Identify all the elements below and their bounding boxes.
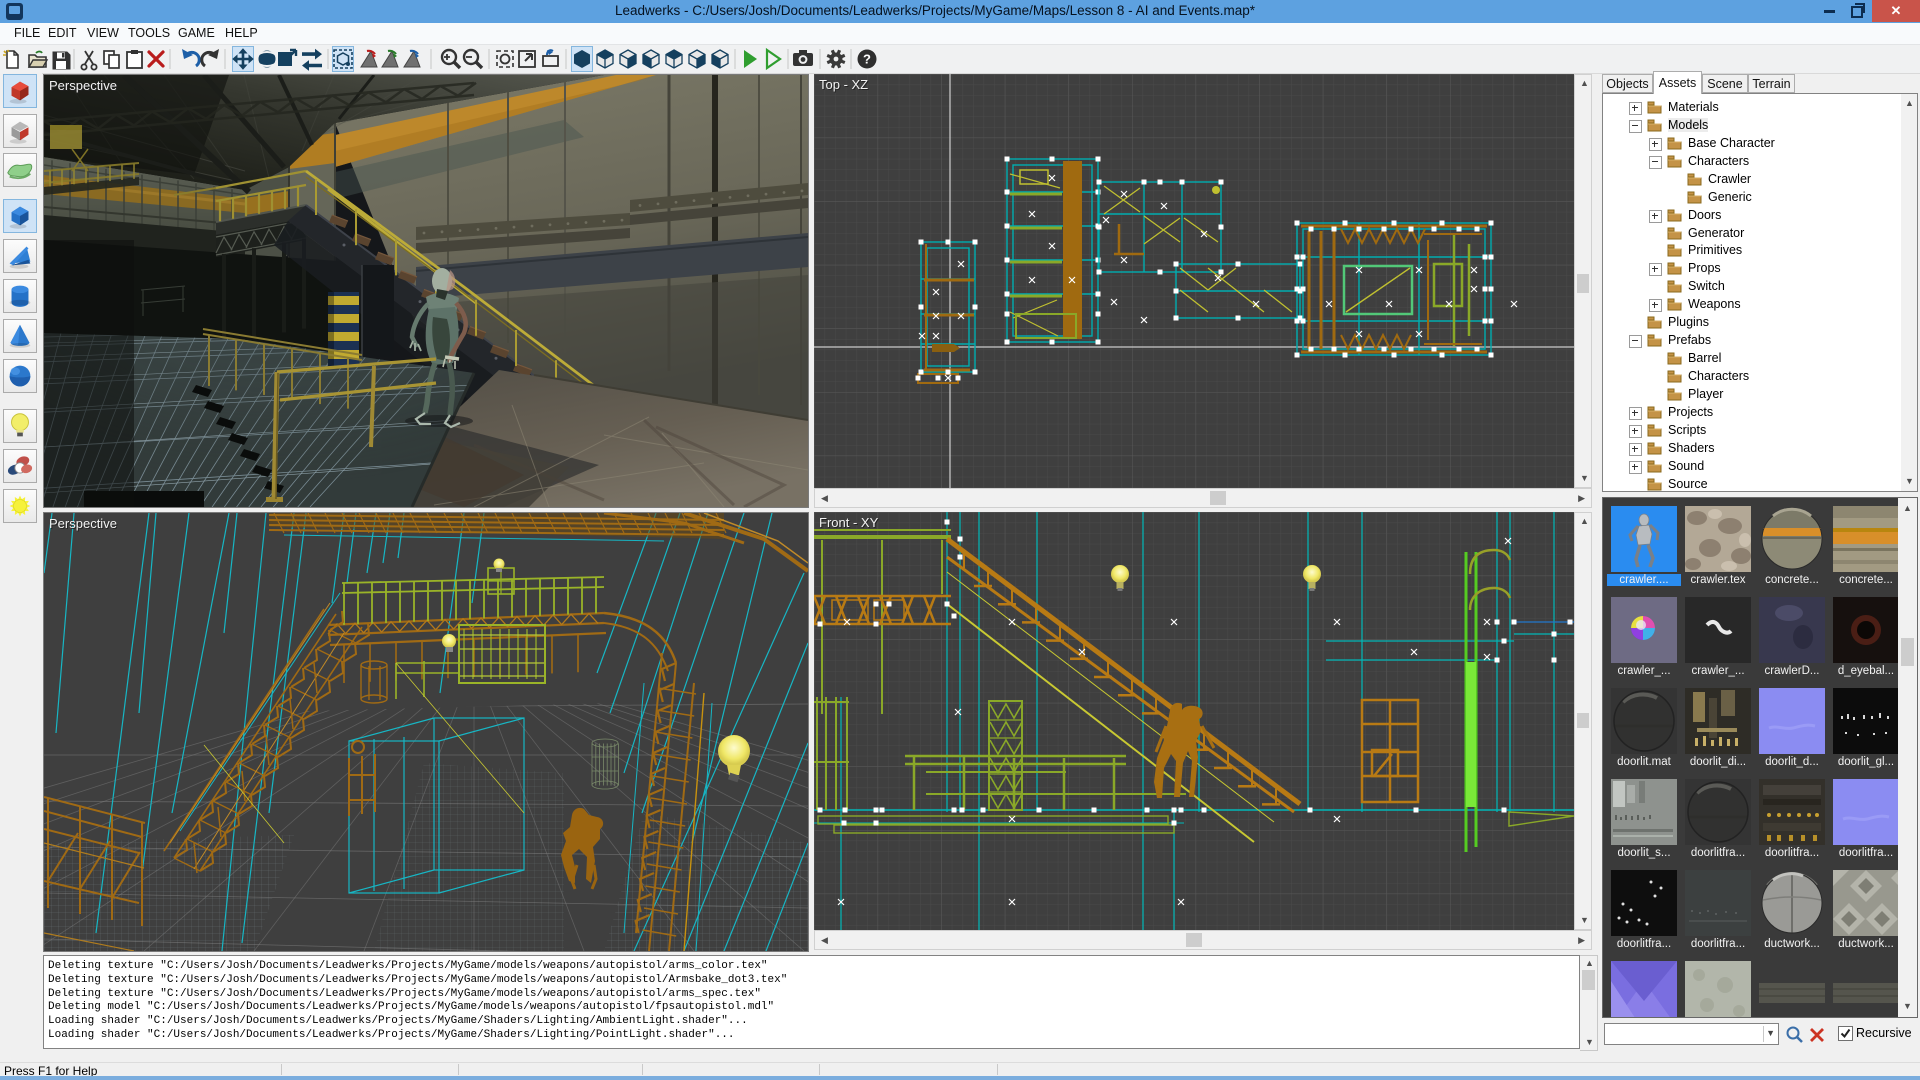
svg-text:?: ? xyxy=(863,52,871,67)
